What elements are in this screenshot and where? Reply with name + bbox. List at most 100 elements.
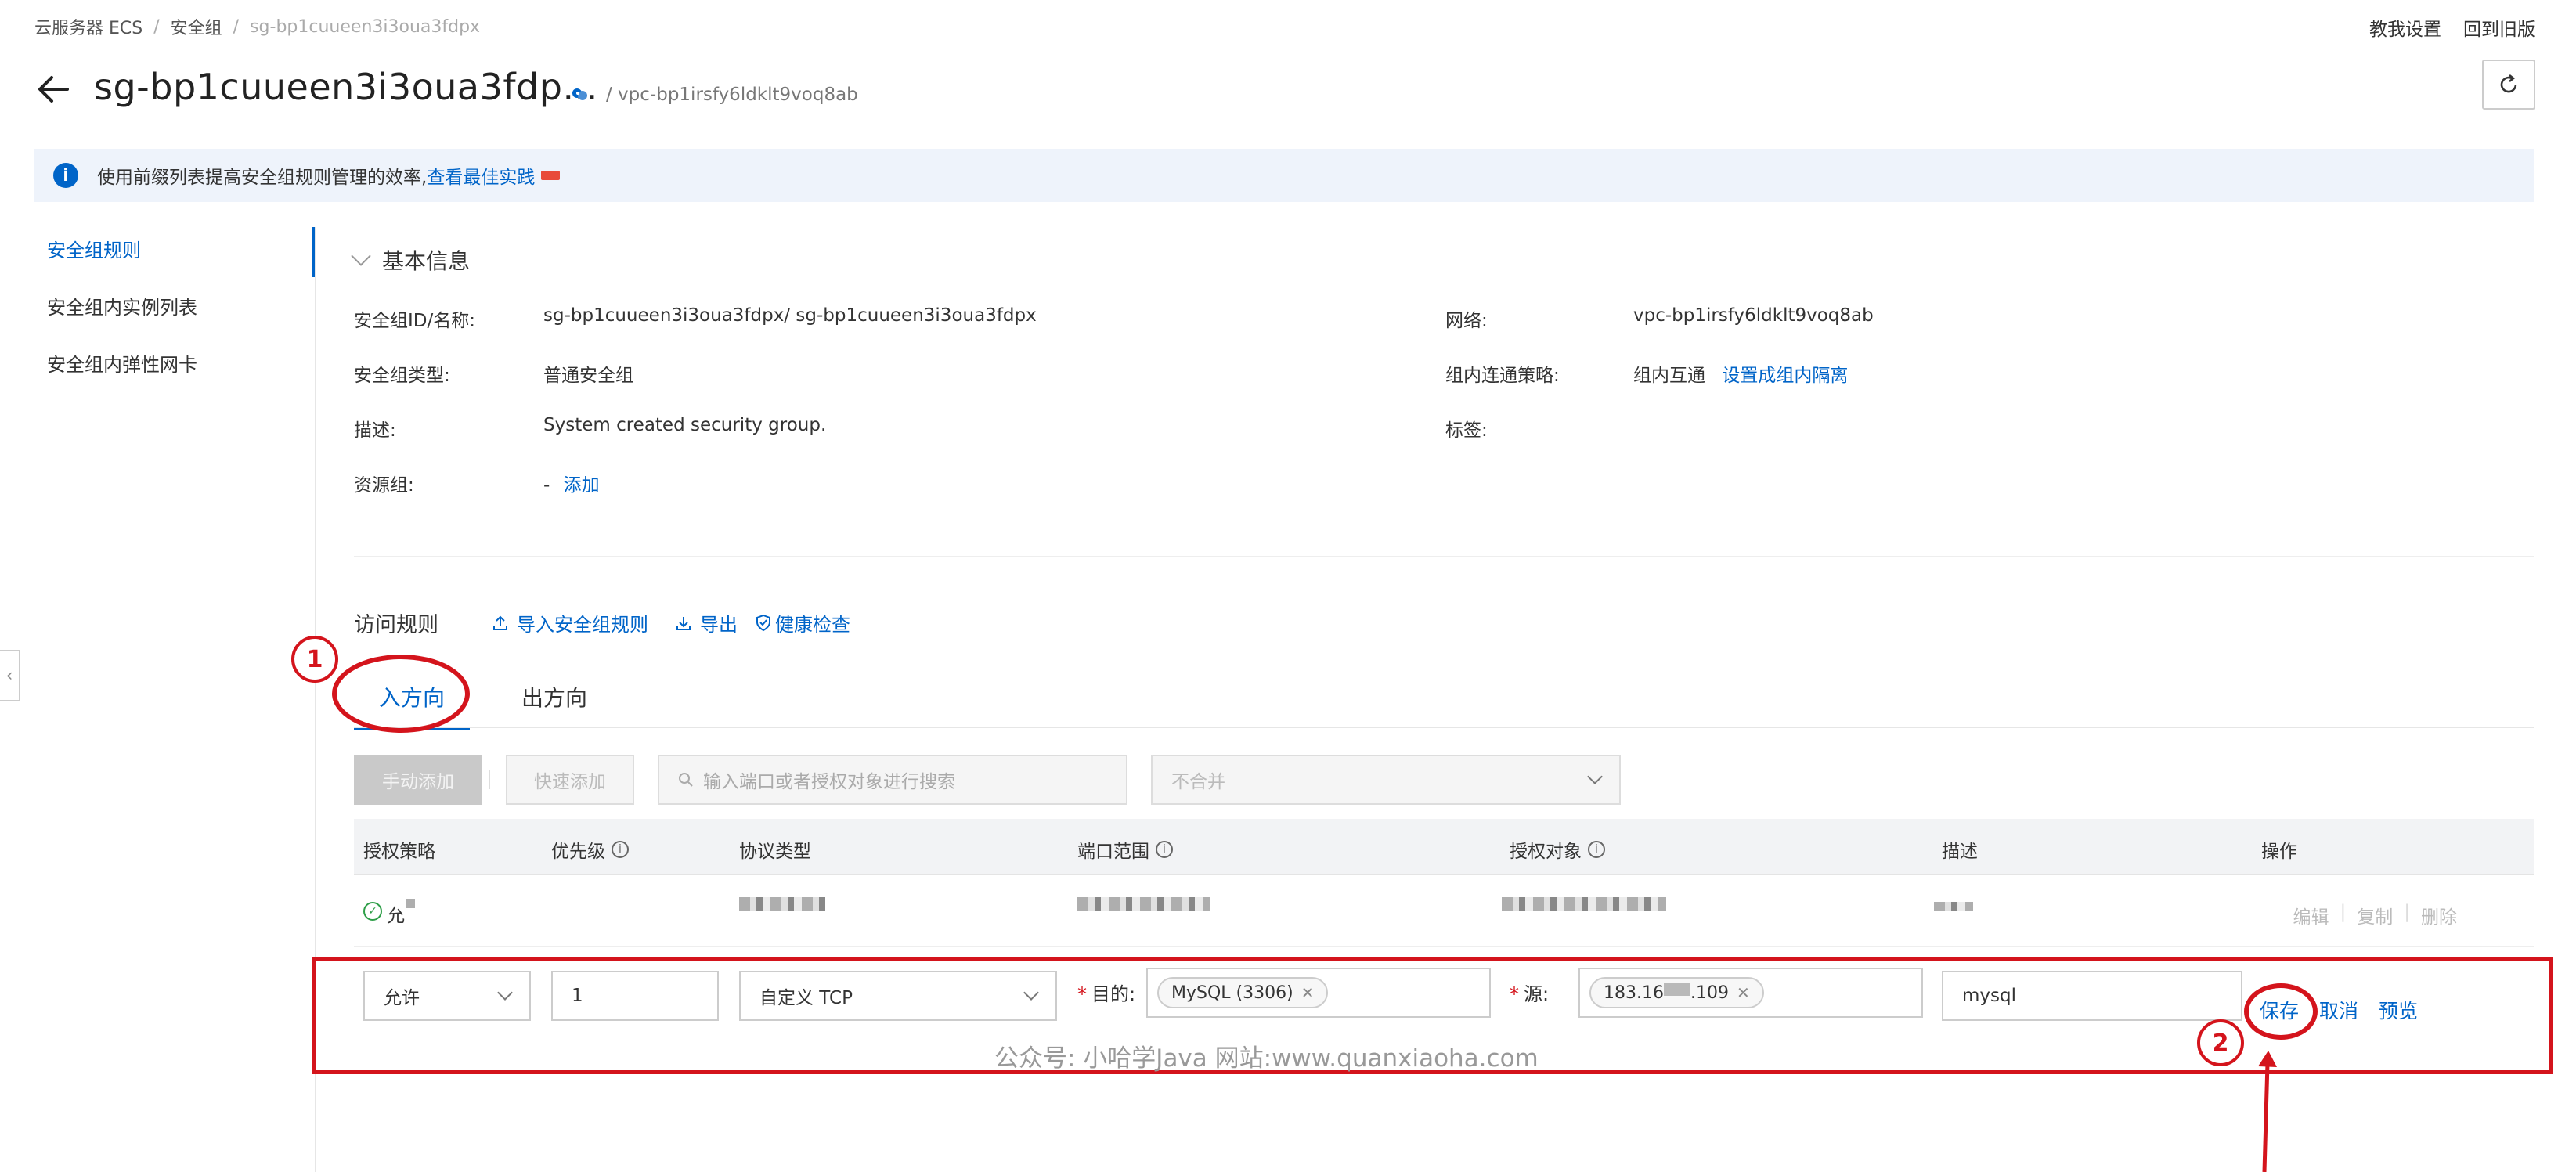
- sidebar-toggle-icon[interactable]: ‹: [0, 650, 20, 701]
- chevron-down-icon: [1023, 985, 1039, 1001]
- redacted-target: [1502, 897, 1666, 911]
- dest-port-input[interactable]: MySQL (3306) ✕: [1146, 968, 1491, 1018]
- policy-label: 组内连通策略:: [1445, 366, 1560, 386]
- info-circle-icon[interactable]: i: [612, 841, 629, 858]
- health-check-button[interactable]: 健康检查: [755, 609, 850, 636]
- policy-value-text: 组内互通: [1633, 366, 1705, 386]
- close-icon[interactable]: ✕: [1737, 983, 1750, 1002]
- tab-outbound[interactable]: 出方向: [496, 676, 612, 730]
- chevron-down-icon: [497, 985, 513, 1001]
- breadcrumb-ecs[interactable]: 云服务器 ECS: [34, 14, 143, 39]
- col-target-label: 授权对象: [1510, 842, 1582, 862]
- copy-link[interactable]: 复制: [2357, 902, 2393, 929]
- preview-button[interactable]: 预览: [2379, 996, 2418, 1024]
- policy-select-value: 允许: [384, 988, 420, 1008]
- rules-title: 访问规则: [354, 613, 438, 637]
- search-icon: [679, 773, 693, 787]
- export-button[interactable]: 导出: [675, 609, 738, 636]
- col-desc: 描述: [1942, 836, 1978, 863]
- nav-item-eni[interactable]: 安全组内弹性网卡: [47, 349, 197, 377]
- policy-value: 组内互通 设置成组内隔离: [1633, 360, 1848, 387]
- redacted-ip-part: [1663, 983, 1690, 996]
- info-circle-icon[interactable]: i: [1588, 841, 1605, 858]
- protocol-select-value: 自定义 TCP: [759, 988, 853, 1008]
- network-label: 网络:: [1445, 311, 1488, 331]
- redacted-protocol: [739, 897, 825, 911]
- resource-group-dash: -: [543, 475, 550, 496]
- dest-port-tag-label: MySQL (3306): [1171, 983, 1293, 1003]
- source-input[interactable]: 183.16 .109 ✕: [1578, 968, 1923, 1018]
- delete-link[interactable]: 删除: [2421, 902, 2457, 929]
- col-actions-label: 操作: [2261, 842, 2297, 862]
- col-priority: 优先级 i: [551, 836, 629, 863]
- col-target: 授权对象 i: [1510, 836, 1605, 863]
- redacted-desc: [1934, 902, 1973, 911]
- manual-add-button[interactable]: 手动添加: [354, 755, 482, 805]
- health-check-label: 健康检查: [775, 614, 850, 636]
- breadcrumb-current: sg-bp1cuueen3i3oua3fdpx: [250, 16, 481, 37]
- desc-value: System created security group.: [543, 415, 827, 435]
- resource-group-add-link[interactable]: 添加: [564, 475, 600, 496]
- tabs-divider: [354, 727, 2534, 728]
- close-icon[interactable]: ✕: [1301, 983, 1315, 1002]
- col-protocol: 协议类型: [739, 836, 811, 863]
- priority-input-value: 1: [572, 986, 583, 1006]
- priority-input[interactable]: 1: [551, 971, 719, 1021]
- check-circle-icon: ✓: [363, 902, 382, 921]
- col-policy-label: 授权策略: [363, 842, 435, 862]
- rules-table-header: 授权策略 优先级 i 协议类型 端口范围 i 授权对象 i 描述 操作: [354, 819, 2534, 875]
- step-1-badge: 1: [291, 636, 338, 683]
- col-desc-label: 描述: [1942, 842, 1978, 862]
- refresh-button[interactable]: [2482, 60, 2535, 110]
- tab-highlight-ellipse: [332, 655, 470, 733]
- policy-select[interactable]: 允许: [363, 971, 531, 1021]
- tags-label: 标签:: [1445, 420, 1488, 441]
- set-isolation-link[interactable]: 设置成组内隔离: [1722, 366, 1848, 386]
- resource-group-label: 资源组:: [354, 475, 414, 496]
- nav-item-instances[interactable]: 安全组内实例列表: [47, 292, 197, 319]
- source-ip-tag: 183.16 .109 ✕: [1589, 977, 1764, 1008]
- upload-icon: [493, 615, 507, 630]
- rules-actions: 导入安全组规则 导出 健康检查: [492, 609, 850, 636]
- refresh-icon: [2500, 74, 2517, 93]
- sg-type-label: 安全组类型:: [354, 366, 450, 386]
- dest-port-tag: MySQL (3306) ✕: [1157, 977, 1329, 1008]
- breadcrumb: 云服务器 ECS / 安全组 / sg-bp1cuueen3i3oua3fdpx: [34, 14, 480, 39]
- best-practice-link[interactable]: 查看最佳实践: [427, 162, 535, 189]
- search-placeholder: 输入端口或者授权对象进行搜索: [703, 772, 955, 792]
- col-port-label: 端口范围: [1077, 842, 1149, 862]
- redacted-port: [1077, 897, 1210, 911]
- description-input[interactable]: mysql: [1942, 971, 2242, 1021]
- info-icon: i: [53, 163, 78, 188]
- breadcrumb-security-group[interactable]: 安全组: [171, 14, 222, 39]
- protocol-select[interactable]: 自定义 TCP: [739, 971, 1057, 1021]
- info-circle-icon[interactable]: i: [1156, 841, 1173, 858]
- merge-select[interactable]: 不合并: [1151, 755, 1621, 805]
- basic-info-header[interactable]: 基本信息: [351, 244, 471, 276]
- chevron-down-icon: [1587, 769, 1603, 784]
- basic-info-title: 基本信息: [382, 248, 471, 274]
- old-version-link[interactable]: 回到旧版: [2463, 14, 2535, 41]
- sg-id-label: 安全组ID/名称:: [354, 311, 475, 331]
- src-label: * 源:: [1510, 983, 1550, 1005]
- cancel-button[interactable]: 取消: [2319, 996, 2358, 1024]
- new-badge-icon: [541, 171, 561, 180]
- import-rules-button[interactable]: 导入安全组规则: [492, 609, 648, 636]
- export-label: 导出: [700, 614, 738, 636]
- col-port: 端口范围 i: [1077, 836, 1173, 863]
- nav-item-rules[interactable]: 安全组规则: [47, 235, 197, 262]
- toolbar-separator: [489, 770, 490, 789]
- back-arrow-icon[interactable]: [34, 70, 72, 108]
- page-title: sg-bp1cuueen3i3oua3fdp...: [94, 66, 598, 108]
- quick-add-button[interactable]: 快速添加: [506, 755, 634, 805]
- tutorial-link[interactable]: 教我设置: [2369, 14, 2441, 41]
- search-input[interactable]: 输入端口或者授权对象进行搜索: [658, 755, 1127, 805]
- edit-link[interactable]: 编辑: [2293, 902, 2329, 929]
- shield-check-icon: [756, 614, 770, 631]
- watermark: 公众号: 小哈学Java 网站:www.quanxiaoha.com: [994, 1044, 1539, 1073]
- col-protocol-label: 协议类型: [739, 842, 811, 862]
- dest-label: * 目的:: [1077, 983, 1136, 1005]
- sg-id-value: sg-bp1cuueen3i3oua3fdpx/ sg-bp1cuueen3i3…: [543, 305, 1037, 326]
- breadcrumb-separator: /: [153, 16, 160, 37]
- banner-text: 使用前缀列表提高安全组规则管理的效率,: [97, 168, 428, 188]
